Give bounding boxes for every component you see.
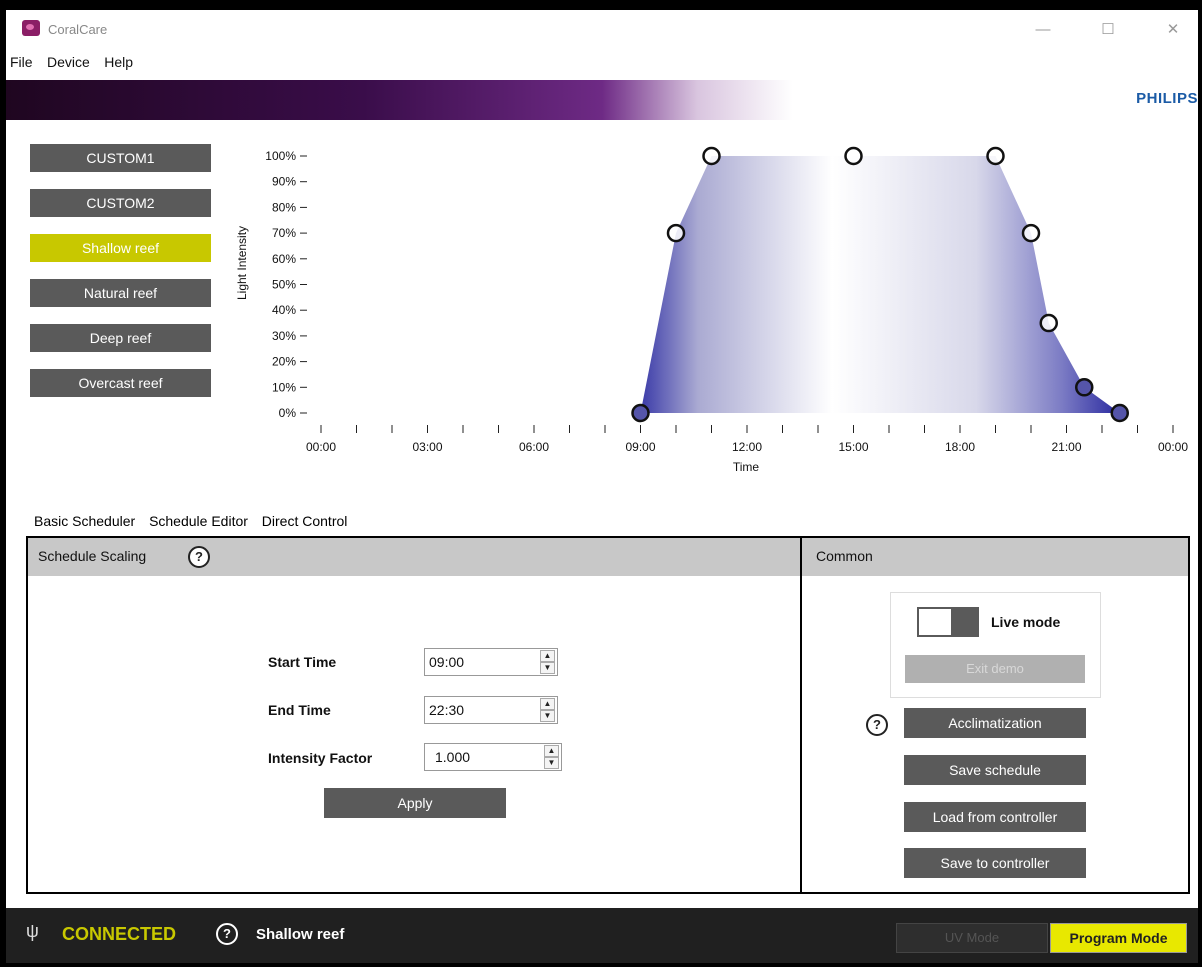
intensity-factor-up-arrow-icon[interactable]: ▲: [544, 745, 559, 757]
schedule-scaling-help-icon[interactable]: ?: [188, 546, 210, 568]
chart-area: [640, 156, 1120, 413]
x-tick-label: 21:00: [1051, 440, 1081, 454]
schedule-point: [702, 146, 721, 166]
intensity-factor-value: 1.000: [435, 749, 471, 765]
y-tick-label: 70%: [272, 226, 296, 240]
schedule-point: [986, 146, 1005, 166]
schedule-scaling-header: Schedule Scaling ?: [28, 538, 802, 576]
x-tick-label: 00:00: [1158, 440, 1188, 454]
end-time-up-arrow-icon[interactable]: ▲: [540, 698, 555, 710]
y-tick-label: 40%: [272, 303, 296, 317]
y-tick-label: 10%: [272, 380, 296, 394]
acclimatization-button[interactable]: Acclimatization: [904, 708, 1086, 738]
apply-button[interactable]: Apply: [324, 788, 506, 818]
schedule-point: [1021, 223, 1041, 243]
schedule-point: [1039, 313, 1058, 333]
intensity-factor-label: Intensity Factor: [268, 750, 373, 766]
y-tick-label: 20%: [272, 355, 296, 369]
end-time-label: End Time: [268, 702, 331, 718]
live-mode-label: Live mode: [991, 614, 1061, 630]
schedule-scaling-title: Schedule Scaling: [38, 548, 147, 564]
save-schedule-button[interactable]: Save schedule: [904, 755, 1086, 785]
y-axis: 0% 10% 20% 30% 40% 50% 60% 70% 80% 90% 100%: [265, 149, 307, 420]
start-time-down-arrow-icon[interactable]: ▼: [540, 662, 555, 674]
y-tick-label: 0%: [279, 406, 297, 420]
x-tick-label: 09:00: [625, 440, 655, 454]
schedule-point: [844, 146, 863, 166]
y-tick-label: 30%: [272, 329, 296, 343]
y-tick-label: 90%: [272, 175, 296, 189]
start-time-label: Start Time: [268, 654, 337, 670]
schedule-point: [1075, 378, 1094, 397]
x-axis-label: Time: [733, 460, 760, 474]
x-axis: 00:00 03:00 06:00 09:00 12:00 15:00 18:00 21:00…: [306, 425, 1188, 454]
x-tick-label: 06:00: [519, 440, 549, 454]
end-time-input[interactable]: 22:30 ▲ ▼: [424, 696, 558, 724]
start-time-up-arrow-icon[interactable]: ▲: [540, 650, 555, 662]
y-tick-label: 50%: [272, 278, 296, 292]
schedule-point: [1110, 403, 1129, 423]
program-mode-button[interactable]: Program Mode: [1050, 923, 1187, 953]
intensity-factor-down-arrow-icon[interactable]: ▼: [544, 757, 559, 769]
schedule-point: [666, 223, 686, 243]
intensity-factor-input[interactable]: 1.000 ▲ ▼: [424, 743, 562, 771]
tab-bar: Basic Scheduler Schedule Editor Direct C…: [32, 512, 355, 534]
y-tick-label: 80%: [272, 200, 296, 214]
save-to-controller-button[interactable]: Save to controller: [904, 848, 1086, 878]
common-header: Common: [802, 538, 1188, 576]
x-tick-label: 15:00: [838, 440, 868, 454]
load-from-controller-button[interactable]: Load from controller: [904, 802, 1086, 832]
live-mode-toggle[interactable]: [917, 607, 979, 637]
active-preset-label: Shallow reef: [256, 926, 345, 943]
y-tick-label: 60%: [272, 252, 296, 266]
app-window: CoralCare — ☐ ✕ File Device Help PHILIPS…: [6, 10, 1198, 963]
light-schedule-chart: 0%10%20%30%40%50%60%70%80%90%100% 00:00 0…: [235, 146, 1188, 474]
usb-icon: ψ: [26, 921, 39, 941]
start-time-input[interactable]: 09:00 ▲ ▼: [424, 648, 558, 676]
schedule-point: [631, 403, 650, 423]
live-mode-toggle-knob: [919, 609, 951, 635]
start-time-value: 09:00: [429, 654, 465, 670]
y-axis-label: Light Intensity: [235, 226, 249, 300]
schedule-scaling-panel: Schedule Scaling ? Start Time 09:00 ▲ ▼ …: [26, 536, 804, 894]
tab-basic-scheduler[interactable]: Basic Scheduler: [32, 512, 138, 530]
x-tick-label: 18:00: [945, 440, 975, 454]
tab-direct-control[interactable]: Direct Control: [260, 512, 350, 530]
tab-schedule-editor[interactable]: Schedule Editor: [147, 512, 250, 530]
x-tick-label: 12:00: [732, 440, 762, 454]
x-tick-label: 03:00: [412, 440, 442, 454]
acclimatization-help-icon[interactable]: ?: [866, 714, 888, 736]
schedule-area: [640, 156, 1120, 413]
x-tick-label: 00:00: [306, 440, 336, 454]
exit-demo-button[interactable]: Exit demo: [905, 655, 1085, 683]
connection-status: CONNECTED: [62, 924, 177, 944]
live-mode-box: Live mode Exit demo: [890, 592, 1101, 698]
uv-mode-button[interactable]: UV Mode: [896, 923, 1048, 953]
y-tick-label: 100%: [265, 149, 296, 163]
end-time-down-arrow-icon[interactable]: ▼: [540, 710, 555, 722]
end-time-value: 22:30: [429, 702, 465, 718]
common-title: Common: [816, 548, 873, 564]
status-help-icon[interactable]: ?: [216, 923, 238, 945]
status-bar: ψ CONNECTED ? Shallow reef UV Mode Progr…: [6, 908, 1198, 963]
